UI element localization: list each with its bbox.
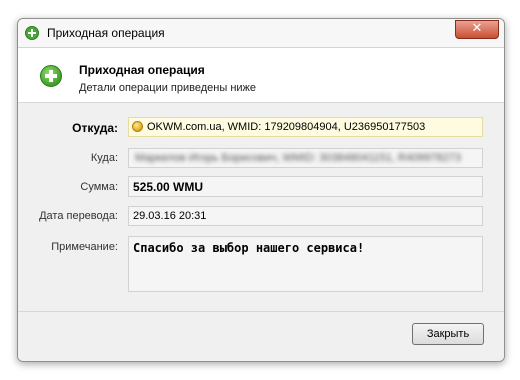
header-title: Приходная операция xyxy=(79,63,205,77)
window-title: Приходная операция xyxy=(47,26,165,40)
note-field[interactable]: Спасибо за выбор нашего сервиса! xyxy=(128,236,483,292)
to-field[interactable]: Маркелов Игорь Борисович, WMID: 30384804… xyxy=(128,148,483,168)
from-value: OKWM.com.ua, WMID: 179209804904, U236950… xyxy=(147,121,426,133)
dialog-header: Приходная операция Детали операции приве… xyxy=(18,48,504,103)
plus-circle-icon xyxy=(25,26,39,40)
amount-field[interactable]: 525.00 WMU xyxy=(128,176,483,197)
to-label: Куда: xyxy=(90,152,118,164)
from-label: Откуда: xyxy=(72,121,118,135)
note-label: Примечание: xyxy=(51,241,118,253)
date-field[interactable]: 29.03.16 20:31 xyxy=(128,206,483,226)
from-field[interactable]: OKWM.com.ua, WMID: 179209804904, U236950… xyxy=(128,117,483,137)
close-icon: ✕ xyxy=(471,21,483,36)
amount-label: Сумма: xyxy=(80,181,118,193)
close-window-button[interactable]: ✕ xyxy=(455,20,499,39)
amount-value: 525.00 WMU xyxy=(133,180,204,194)
to-value: Маркелов Игорь Борисович, WMID: 30384804… xyxy=(135,152,462,164)
close-button[interactable]: Закрыть xyxy=(412,323,484,345)
date-label: Дата перевода: xyxy=(39,210,118,222)
note-value: Спасибо за выбор нашего сервиса! xyxy=(133,241,365,255)
dialog-footer: Закрыть xyxy=(18,311,504,361)
date-value: 29.03.16 20:31 xyxy=(133,210,207,222)
title-bar[interactable]: Приходная операция ✕ xyxy=(18,19,504,48)
webmoney-coin-icon xyxy=(132,121,143,132)
plus-circle-icon xyxy=(40,65,62,87)
dialog-window: Приходная операция ✕ Приходная операция … xyxy=(17,18,505,362)
header-subtitle: Детали операции приведены ниже xyxy=(79,82,257,94)
